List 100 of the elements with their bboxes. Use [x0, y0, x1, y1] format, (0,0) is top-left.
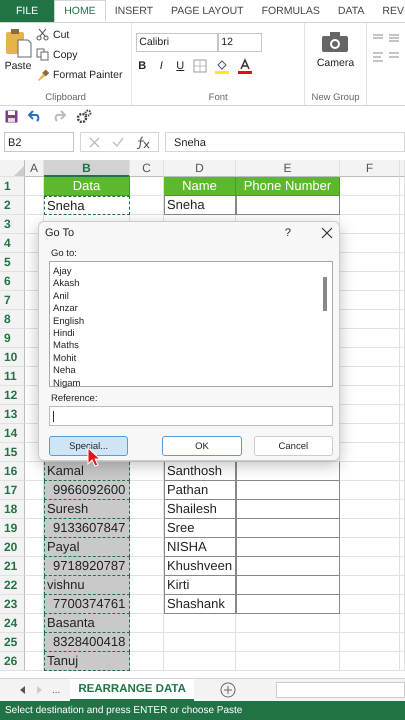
- row-header[interactable]: 10: [0, 348, 25, 367]
- name-box[interactable]: B2: [4, 132, 74, 152]
- table-cell: Khushveen: [164, 557, 236, 576]
- table-cell: [130, 614, 164, 633]
- row-header[interactable]: 25: [0, 633, 25, 652]
- row-header[interactable]: 26: [0, 652, 25, 671]
- bold-button[interactable]: B: [136, 60, 148, 72]
- row-header[interactable]: 5: [0, 253, 25, 272]
- column-header[interactable]: D: [164, 160, 236, 177]
- ribbon-tab[interactable]: DATA: [328, 0, 374, 22]
- horizontal-scrollbar[interactable]: [276, 682, 405, 698]
- list-item[interactable]: Ajay: [53, 266, 320, 278]
- help-button[interactable]: ?: [284, 227, 291, 239]
- table-cell: Name: [164, 177, 236, 196]
- list-item[interactable]: Anzar: [53, 303, 320, 316]
- row-header[interactable]: 1: [0, 177, 25, 196]
- save-icon[interactable]: [5, 110, 18, 122]
- row-header[interactable]: 4: [0, 234, 25, 253]
- cancel-icon[interactable]: [89, 136, 100, 148]
- table-cell: [340, 538, 400, 557]
- column-header[interactable]: B: [44, 160, 130, 177]
- ribbon-tab[interactable]: FORMULAS: [252, 0, 329, 22]
- row-header[interactable]: 14: [0, 424, 25, 443]
- function-icon[interactable]: [136, 136, 150, 148]
- table-cell: [340, 652, 400, 671]
- row-header[interactable]: 19: [0, 519, 25, 538]
- table-cell: [340, 500, 400, 519]
- table-cell: [340, 595, 400, 614]
- gear-icon[interactable]: [76, 109, 92, 123]
- scrollbar-thumb[interactable]: [323, 277, 327, 311]
- table-cell: [164, 614, 236, 633]
- row-header[interactable]: 6: [0, 272, 25, 291]
- row-header[interactable]: 15: [0, 443, 25, 462]
- next-sheet-icon[interactable]: [36, 686, 42, 694]
- sheet-tab[interactable]: REARRANGE DATA: [70, 679, 194, 701]
- redo-icon[interactable]: [52, 110, 66, 122]
- table-cell: [340, 633, 400, 652]
- ribbon-tab[interactable]: PAGE LAYOUT: [162, 0, 253, 22]
- row-header[interactable]: 12: [0, 386, 25, 405]
- row-header[interactable]: 22: [0, 576, 25, 595]
- close-icon[interactable]: [321, 227, 333, 239]
- column-header[interactable]: F: [340, 160, 400, 177]
- camera-button[interactable]: Camera: [316, 31, 354, 69]
- previous-sheet-icon[interactable]: [20, 686, 26, 694]
- column-header[interactable]: C: [130, 160, 164, 177]
- add-sheet-icon[interactable]: [220, 682, 236, 698]
- list-item[interactable]: Hindi: [53, 328, 320, 340]
- list-item[interactable]: English: [53, 316, 320, 328]
- dialog-button[interactable]: Cancel: [254, 436, 333, 456]
- row-header[interactable]: 17: [0, 481, 25, 500]
- italic-button[interactable]: I: [155, 60, 168, 72]
- ribbon-tab[interactable]: INSERT: [106, 0, 162, 22]
- scissors-icon: [36, 28, 49, 41]
- row-header[interactable]: 3: [0, 215, 25, 234]
- row-header[interactable]: 21: [0, 557, 25, 576]
- dialog-button[interactable]: OK: [162, 436, 242, 456]
- formula-input[interactable]: Sneha: [165, 132, 405, 152]
- table-cell: Pathan: [164, 481, 236, 500]
- underline-button[interactable]: U: [174, 60, 186, 72]
- column-header[interactable]: E: [236, 160, 340, 177]
- cut-button[interactable]: Cut: [36, 26, 122, 43]
- row-header[interactable]: 2: [0, 196, 25, 215]
- row-header[interactable]: 13: [0, 405, 25, 424]
- paste-button[interactable]: Paste: [4, 26, 32, 83]
- row-header[interactable]: 18: [0, 500, 25, 519]
- table-cell: Suresh: [44, 500, 130, 519]
- font-family-dropdown[interactable]: Calibri: [136, 33, 218, 52]
- row-header[interactable]: 8: [0, 310, 25, 329]
- font-size-dropdown[interactable]: 12: [218, 33, 262, 52]
- row-header[interactable]: 9: [0, 329, 25, 348]
- list-item[interactable]: Maths: [53, 340, 320, 353]
- copy-button[interactable]: Copy: [36, 46, 122, 63]
- table-cell: [130, 633, 164, 652]
- ribbon-tab[interactable]: FILE: [0, 0, 54, 22]
- list-item[interactable]: Nigam: [53, 378, 320, 390]
- borders-icon: [193, 59, 208, 73]
- row-header[interactable]: 23: [0, 595, 25, 614]
- check-icon[interactable]: [112, 137, 124, 147]
- reference-field[interactable]: [49, 406, 333, 426]
- undo-icon[interactable]: [28, 110, 42, 122]
- row-header[interactable]: 11: [0, 367, 25, 386]
- ribbon-tab[interactable]: HOME: [54, 0, 106, 22]
- select-all-button[interactable]: [0, 160, 25, 177]
- table-cell: [340, 177, 400, 196]
- row-header[interactable]: 16: [0, 462, 25, 481]
- table-cell: NISHA: [164, 538, 236, 557]
- column-header[interactable]: A: [25, 160, 44, 177]
- list-item[interactable]: Anil: [53, 290, 320, 304]
- list-item[interactable]: Neha: [53, 365, 320, 378]
- more-sheets-button[interactable]: ...: [52, 684, 60, 696]
- format-painter-button[interactable]: Format Painter: [36, 66, 122, 83]
- table-cell: [130, 595, 164, 614]
- dialog-button[interactable]: Special...: [49, 436, 128, 456]
- list-item[interactable]: Akash: [53, 278, 320, 291]
- column-header[interactable]: [400, 160, 405, 177]
- row-header[interactable]: 20: [0, 538, 25, 557]
- ribbon-tab[interactable]: REVI: [373, 0, 405, 22]
- row-header[interactable]: 24: [0, 614, 25, 633]
- list-item[interactable]: Mohit: [53, 352, 320, 366]
- row-header[interactable]: 7: [0, 291, 25, 310]
